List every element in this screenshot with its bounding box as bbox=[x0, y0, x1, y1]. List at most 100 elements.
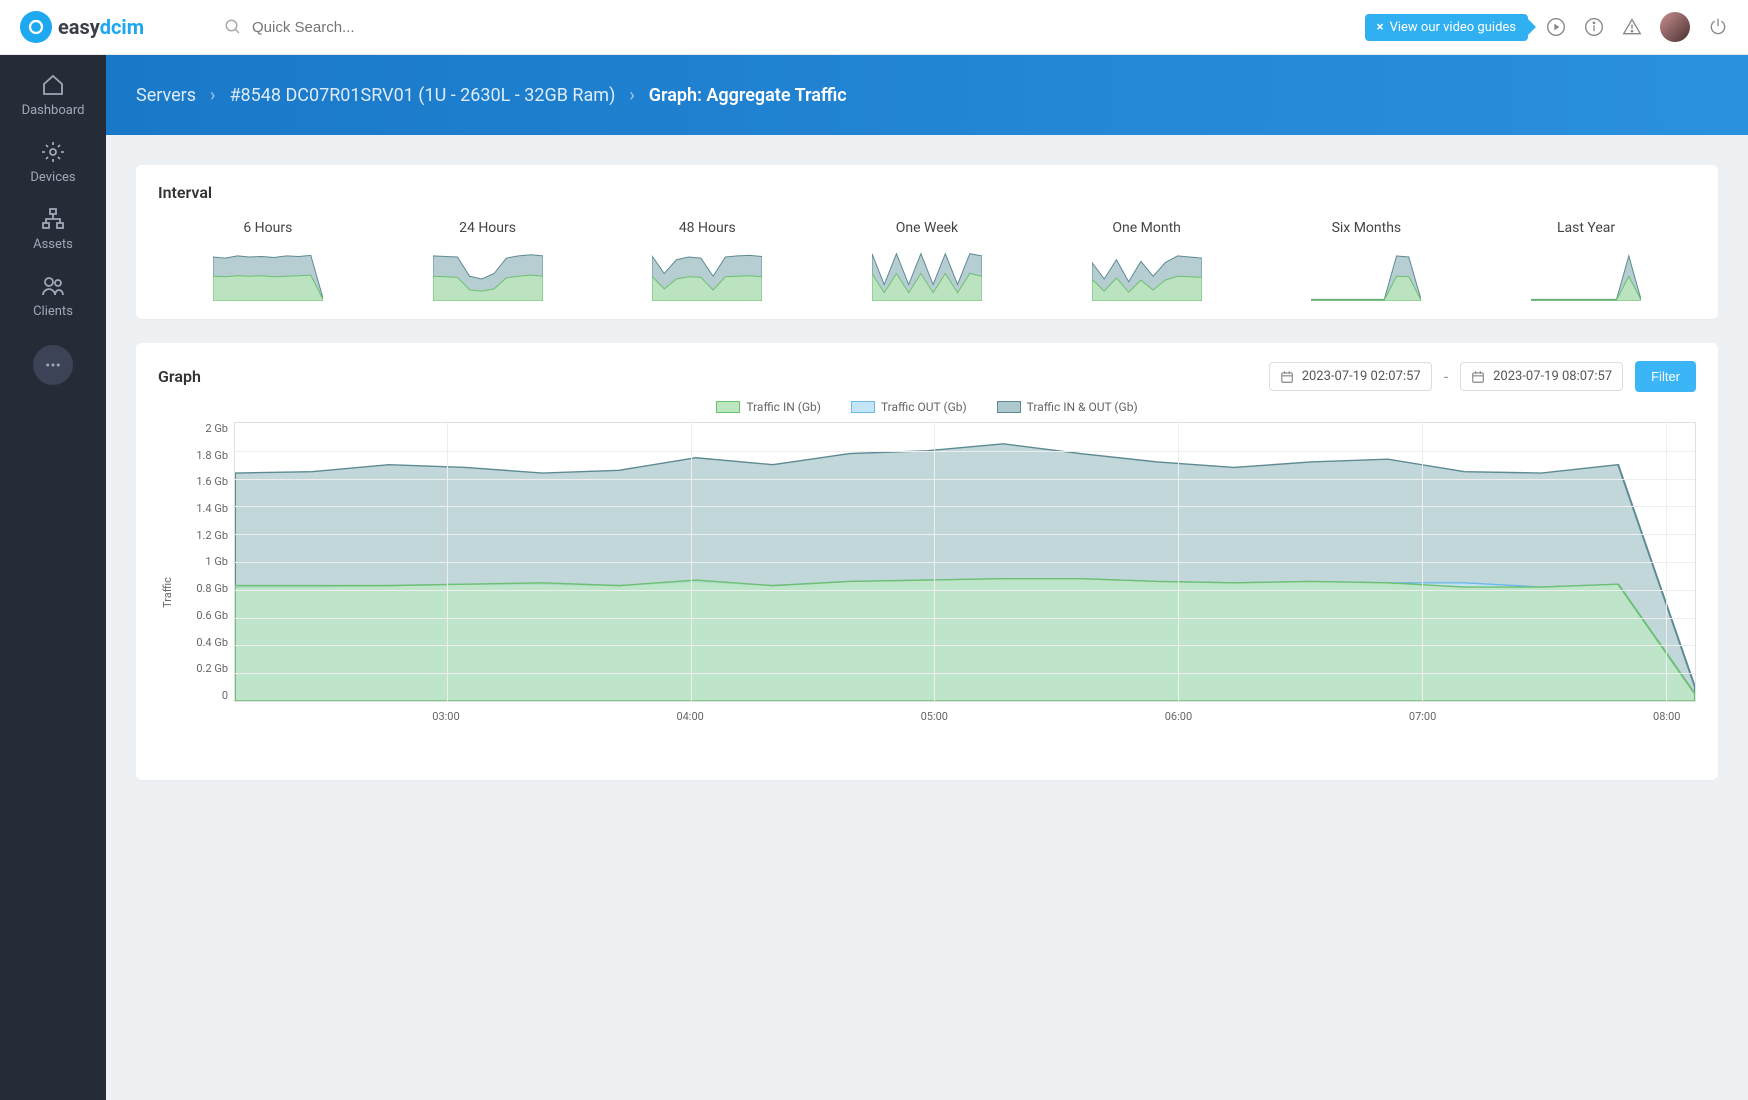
sidebar-item-dashboard[interactable]: Dashboard bbox=[22, 73, 85, 118]
interval-title: Interval bbox=[158, 183, 1696, 202]
calendar-icon bbox=[1471, 370, 1485, 384]
search-icon bbox=[224, 18, 242, 36]
topbar: easydcim × View our video guides bbox=[0, 0, 1748, 55]
x-tick: 05:00 bbox=[921, 710, 948, 723]
interval-option[interactable]: Six Months bbox=[1311, 220, 1421, 301]
interval-label: 6 Hours bbox=[243, 220, 292, 236]
graph-title: Graph bbox=[158, 367, 201, 386]
interval-option[interactable]: 6 Hours bbox=[213, 220, 323, 301]
date-separator: - bbox=[1444, 367, 1448, 386]
x-tick: 08:00 bbox=[1653, 710, 1680, 723]
calendar-icon bbox=[1280, 370, 1294, 384]
main: Interval 6 Hours 24 Hours 48 Hours One Week… bbox=[106, 135, 1748, 1100]
sparkline-icon bbox=[1531, 246, 1641, 301]
brand-logo[interactable]: easydcim bbox=[20, 11, 144, 43]
sparkline-icon bbox=[433, 246, 543, 301]
y-tick: 0.2 Gb bbox=[196, 662, 228, 675]
y-tick: 0.4 Gb bbox=[196, 636, 228, 649]
y-axis: 2 Gb 1.8 Gb 1.6 Gb 1.4 Gb 1.2 Gb 1 Gb 0.8 Gb 0.… bbox=[176, 422, 234, 702]
interval-label: 24 Hours bbox=[459, 220, 516, 236]
video-guides-button[interactable]: × View our video guides bbox=[1365, 14, 1528, 41]
graph-header: Graph 2023-07-19 02:07:57 - 2023-07-19 0… bbox=[158, 361, 1696, 392]
sparkline-icon bbox=[213, 246, 323, 301]
gear-icon bbox=[41, 140, 65, 164]
y-axis-label: Traffic bbox=[161, 577, 174, 608]
sidebar-item-label: Clients bbox=[33, 304, 73, 319]
chart-legend: Traffic IN (Gb) Traffic OUT (Gb) Traffic… bbox=[158, 400, 1696, 414]
graph-controls: 2023-07-19 02:07:57 - 2023-07-19 08:07:5… bbox=[1269, 361, 1696, 392]
x-tick: 07:00 bbox=[1409, 710, 1436, 723]
sparkline-icon bbox=[1311, 246, 1421, 301]
sidebar-item-assets[interactable]: Assets bbox=[33, 207, 73, 252]
y-tick: 0.8 Gb bbox=[196, 582, 228, 595]
search-wrap bbox=[224, 18, 472, 36]
y-tick: 2 Gb bbox=[205, 422, 228, 435]
y-tick: 0 bbox=[222, 689, 228, 702]
sidebar-item-label: Devices bbox=[30, 170, 75, 185]
interval-option[interactable]: One Month bbox=[1092, 220, 1202, 301]
breadcrumb-item[interactable]: #8548 DC07R01SRV01 (1U - 2630L - 32GB Ra… bbox=[229, 85, 615, 106]
sidebar-item-devices[interactable]: Devices bbox=[30, 140, 75, 185]
x-axis: 03:00 04:00 05:00 06:00 07:00 08:00 bbox=[234, 702, 1696, 732]
power-icon[interactable] bbox=[1708, 17, 1728, 37]
legend-swatch bbox=[851, 401, 875, 413]
sitemap-icon bbox=[41, 207, 65, 231]
interval-option[interactable]: One Week bbox=[872, 220, 982, 301]
sparkline-icon bbox=[652, 246, 762, 301]
sidebar-item-clients[interactable]: Clients bbox=[33, 274, 73, 319]
y-tick: 1 Gb bbox=[205, 555, 228, 568]
graph-card: Graph 2023-07-19 02:07:57 - 2023-07-19 0… bbox=[136, 343, 1718, 780]
interval-card: Interval 6 Hours 24 Hours 48 Hours One Week… bbox=[136, 165, 1718, 319]
sidebar-item-label: Assets bbox=[33, 237, 73, 252]
legend-item-out[interactable]: Traffic OUT (Gb) bbox=[851, 400, 967, 414]
info-icon[interactable] bbox=[1584, 17, 1604, 37]
home-icon bbox=[41, 73, 65, 97]
x-tick: 04:00 bbox=[676, 710, 703, 723]
brand-name: easydcim bbox=[58, 15, 144, 39]
interval-label: One Month bbox=[1112, 220, 1181, 236]
sparkline-icon bbox=[1092, 246, 1202, 301]
interval-option[interactable]: 48 Hours bbox=[652, 220, 762, 301]
interval-label: Last Year bbox=[1557, 220, 1615, 236]
interval-label: Six Months bbox=[1332, 220, 1402, 236]
topbar-right: × View our video guides bbox=[1365, 12, 1728, 42]
y-tick: 1.6 Gb bbox=[196, 475, 228, 488]
chart: Traffic 2 Gb 1.8 Gb 1.6 Gb 1.4 Gb 1.2 Gb 1 Gb… bbox=[158, 422, 1696, 762]
search-input[interactable] bbox=[252, 19, 472, 36]
interval-list: 6 Hours 24 Hours 48 Hours One Week One Month… bbox=[158, 220, 1696, 301]
page-header: Servers › #8548 DC07R01SRV01 (1U - 2630L… bbox=[106, 55, 1748, 135]
breadcrumb-root[interactable]: Servers bbox=[136, 85, 196, 106]
sidebar-more-button[interactable] bbox=[33, 345, 73, 385]
chevron-right-icon: › bbox=[629, 85, 634, 106]
y-tick: 1.8 Gb bbox=[196, 449, 228, 462]
play-icon[interactable] bbox=[1546, 17, 1566, 37]
date-from-input[interactable]: 2023-07-19 02:07:57 bbox=[1269, 362, 1432, 391]
date-to-input[interactable]: 2023-07-19 08:07:57 bbox=[1460, 362, 1623, 391]
x-tick: 06:00 bbox=[1165, 710, 1192, 723]
chevron-right-icon: › bbox=[210, 85, 215, 106]
interval-option[interactable]: Last Year bbox=[1531, 220, 1641, 301]
legend-swatch bbox=[997, 401, 1021, 413]
interval-option[interactable]: 24 Hours bbox=[433, 220, 543, 301]
users-icon bbox=[41, 274, 65, 298]
x-tick: 03:00 bbox=[432, 710, 459, 723]
sidebar-item-label: Dashboard bbox=[22, 103, 85, 118]
interval-label: 48 Hours bbox=[679, 220, 736, 236]
avatar[interactable] bbox=[1660, 12, 1690, 42]
breadcrumb-active: Graph: Aggregate Traffic bbox=[649, 85, 847, 106]
close-icon[interactable]: × bbox=[1377, 20, 1384, 35]
sidebar: Dashboard Devices Assets Clients bbox=[0, 55, 106, 1100]
legend-item-inout[interactable]: Traffic IN & OUT (Gb) bbox=[997, 400, 1138, 414]
y-axis-label-wrap: Traffic bbox=[158, 422, 176, 762]
sparkline-icon bbox=[872, 246, 982, 301]
legend-item-in[interactable]: Traffic IN (Gb) bbox=[716, 400, 821, 414]
dots-icon bbox=[44, 356, 62, 374]
y-tick: 0.6 Gb bbox=[196, 609, 228, 622]
logo-icon bbox=[20, 11, 52, 43]
y-tick: 1.2 Gb bbox=[196, 529, 228, 542]
plot-area[interactable] bbox=[234, 422, 1696, 702]
y-tick: 1.4 Gb bbox=[196, 502, 228, 515]
alert-icon[interactable] bbox=[1622, 17, 1642, 37]
filter-button[interactable]: Filter bbox=[1635, 361, 1696, 392]
legend-swatch bbox=[716, 401, 740, 413]
